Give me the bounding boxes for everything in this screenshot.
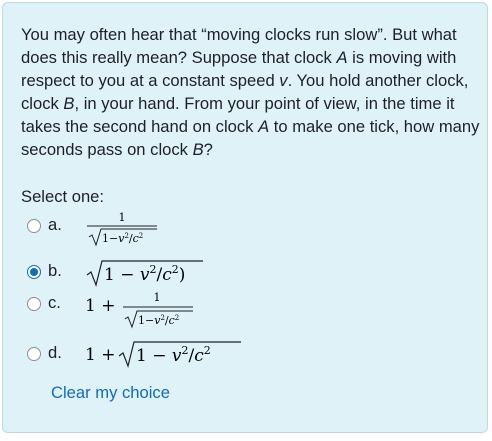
svg-text:1 − v2/c2: 1 − v2/c2 [136, 344, 211, 366]
option-c-radio[interactable] [27, 297, 41, 311]
option-a-radio[interactable] [27, 219, 41, 233]
question-segment: ? [203, 140, 213, 159]
option-a[interactable]: a. 1 1−v2/c2 [19, 209, 459, 249]
question-variable: B [63, 94, 75, 113]
option-d-letter: d. [48, 343, 62, 362]
option-a-letter: a. [48, 215, 62, 234]
option-c-formula: 1 + 1 1−v2/c2 [85, 287, 205, 331]
svg-text:1−v2/c2: 1−v2/c2 [102, 232, 143, 245]
option-d[interactable]: d. 1 + 1 − v2/c2 [19, 337, 459, 377]
svg-text:1 +: 1 + [85, 296, 115, 316]
question-variable: A [258, 117, 270, 136]
option-d-formula: 1 + 1 − v2/c2 [85, 337, 245, 371]
svg-text:1−v2/c2: 1−v2/c2 [138, 314, 179, 327]
question-text: You may often hear that “moving clocks r… [21, 23, 481, 161]
option-a-formula: 1 1−v2/c2 [85, 209, 165, 249]
option-d-radio[interactable] [27, 347, 41, 361]
clear-choice-link[interactable]: Clear my choice [51, 383, 170, 403]
question-variable: B [192, 140, 204, 159]
option-b-radio[interactable] [27, 265, 41, 279]
option-c[interactable]: c. 1 + 1 1−v2/c2 [19, 287, 459, 329]
svg-text:1 − v2/c2): 1 − v2/c2) [104, 263, 185, 285]
option-c-letter: c. [48, 293, 61, 312]
svg-text:1: 1 [154, 291, 161, 304]
question-variable: A [336, 48, 348, 67]
option-b-letter: b. [48, 261, 62, 280]
svg-text:1 +: 1 + [85, 345, 115, 365]
svg-text:1: 1 [119, 211, 126, 224]
question-card: You may often hear that “moving clocks r… [2, 2, 488, 433]
option-b-selected-dot [30, 268, 38, 276]
option-b-formula: 1 − v2/c2) [85, 255, 205, 289]
question-variable: v [279, 71, 288, 90]
select-one-prompt: Select one: [21, 187, 105, 206]
